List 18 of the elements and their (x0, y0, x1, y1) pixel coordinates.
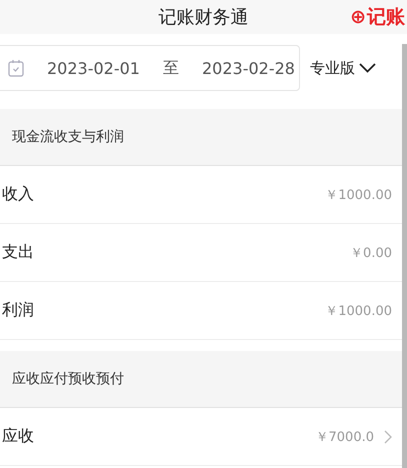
amount-value: ￥0.00 (350, 244, 392, 262)
row-label: 利润 (2, 300, 34, 321)
add-entry-button[interactable]: ⊕记账 (350, 4, 407, 30)
scrollbar[interactable] (402, 44, 407, 468)
amount-value: ￥1000.00 (325, 186, 392, 204)
app-title: 记账财务通 (158, 6, 248, 29)
row-label: 应收 (2, 426, 34, 447)
edition-dropdown[interactable]: 专业版 (310, 58, 376, 78)
calendar-icon (8, 59, 24, 77)
chevron-down-icon (359, 63, 376, 73)
section-header: 现金流收支与利润 (0, 109, 402, 166)
section-header: 应收应付预收预付 (0, 351, 402, 408)
date-range-field[interactable]: 2023-02-01 至 2023-02-28 (0, 45, 300, 91)
amount-value: ￥1000.00 (325, 302, 392, 320)
row-label: 收入 (2, 184, 34, 205)
chevron-right-icon[interactable] (384, 430, 392, 444)
amount-value: ￥7000.0 (316, 428, 374, 446)
row-label: 支出 (2, 242, 34, 263)
